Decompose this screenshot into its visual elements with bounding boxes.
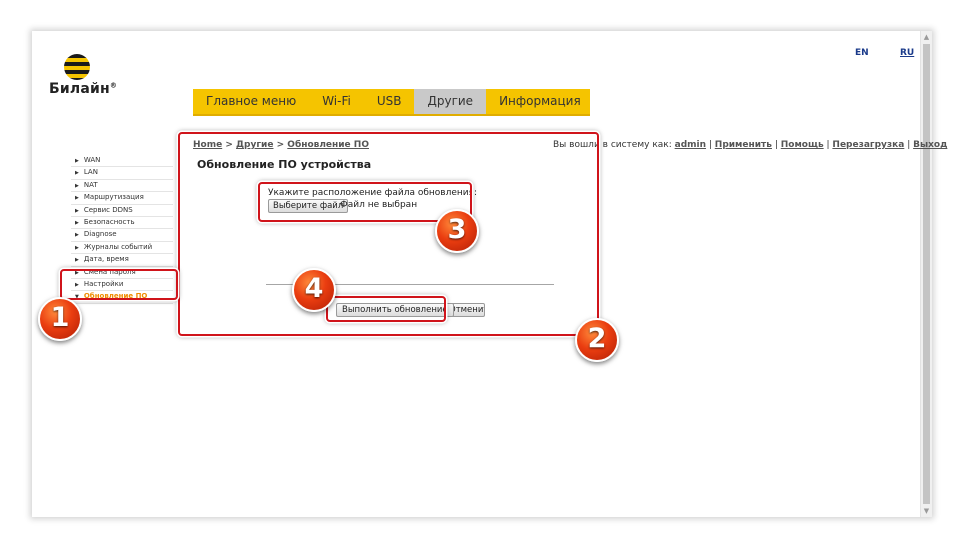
reboot-link[interactable]: Перезагрузка	[832, 140, 904, 150]
scroll-up-arrow-icon[interactable]: ▲	[921, 31, 932, 43]
vertical-scrollbar[interactable]: ▲ ▼	[920, 31, 932, 517]
help-link[interactable]: Помощь	[781, 140, 824, 150]
arrow-right-icon: ▶	[75, 207, 79, 214]
lang-ru-link[interactable]: RU	[900, 48, 914, 58]
arrow-right-icon: ▶	[75, 158, 79, 164]
arrow-right-icon: ▶	[75, 182, 79, 189]
arrow-right-icon: ▶	[75, 244, 79, 251]
top-navigation: Главное меню Wi-Fi USB Другие Информация	[193, 89, 590, 116]
arrow-right-icon: ▶	[75, 195, 79, 202]
sidebar-item-ddns[interactable]: ▶ Сервис DDNS	[71, 205, 173, 217]
step-badge-2: 2	[575, 318, 619, 362]
tab-other[interactable]: Другие	[414, 89, 487, 114]
sidebar-item-wan[interactable]: ▶ WAN	[71, 155, 173, 168]
arrow-right-icon: ▶	[75, 219, 79, 226]
sidebar-item-routing[interactable]: ▶ Маршрутизация	[71, 192, 173, 205]
sidebar-item-event-logs[interactable]: ▶ Журналы событий	[71, 242, 173, 255]
brand-name: Билайн®	[49, 81, 118, 97]
tab-main-menu[interactable]: Главное меню	[193, 89, 309, 114]
tab-wifi[interactable]: Wi-Fi	[309, 89, 364, 114]
beeline-logo-icon	[64, 54, 90, 80]
arrow-right-icon: ▶	[75, 232, 79, 239]
tab-usb[interactable]: USB	[364, 89, 415, 114]
step-badge-3: 3	[435, 209, 479, 253]
sidebar-item-lan[interactable]: ▶ LAN	[71, 167, 173, 180]
step-badge-4: 4	[292, 268, 336, 312]
arrow-right-icon: ▶	[75, 257, 79, 264]
sidebar-item-datetime[interactable]: ▶ Дата, время	[71, 254, 173, 267]
highlight-sidebar-item-frame	[60, 269, 178, 300]
highlight-update-button-frame	[326, 296, 446, 322]
scroll-down-arrow-icon[interactable]: ▼	[921, 505, 932, 517]
step-badge-1: 1	[38, 297, 82, 341]
scrollbar-thumb[interactable]	[923, 44, 930, 504]
user-bar: Вы вошли в систему как: admin | Применит…	[553, 140, 948, 150]
tab-info[interactable]: Информация	[486, 89, 594, 114]
username-link[interactable]: admin	[675, 140, 706, 150]
sidebar-item-diagnose[interactable]: ▶ Diagnose	[71, 229, 173, 242]
sidebar-item-nat[interactable]: ▶ NAT	[71, 180, 173, 193]
sidebar-item-security[interactable]: ▶ Безопасность	[71, 217, 173, 230]
lang-en-link[interactable]: EN	[855, 48, 869, 58]
logout-link[interactable]: Выход	[913, 140, 947, 150]
apply-link[interactable]: Применить	[715, 140, 772, 150]
arrow-right-icon: ▶	[75, 170, 79, 177]
